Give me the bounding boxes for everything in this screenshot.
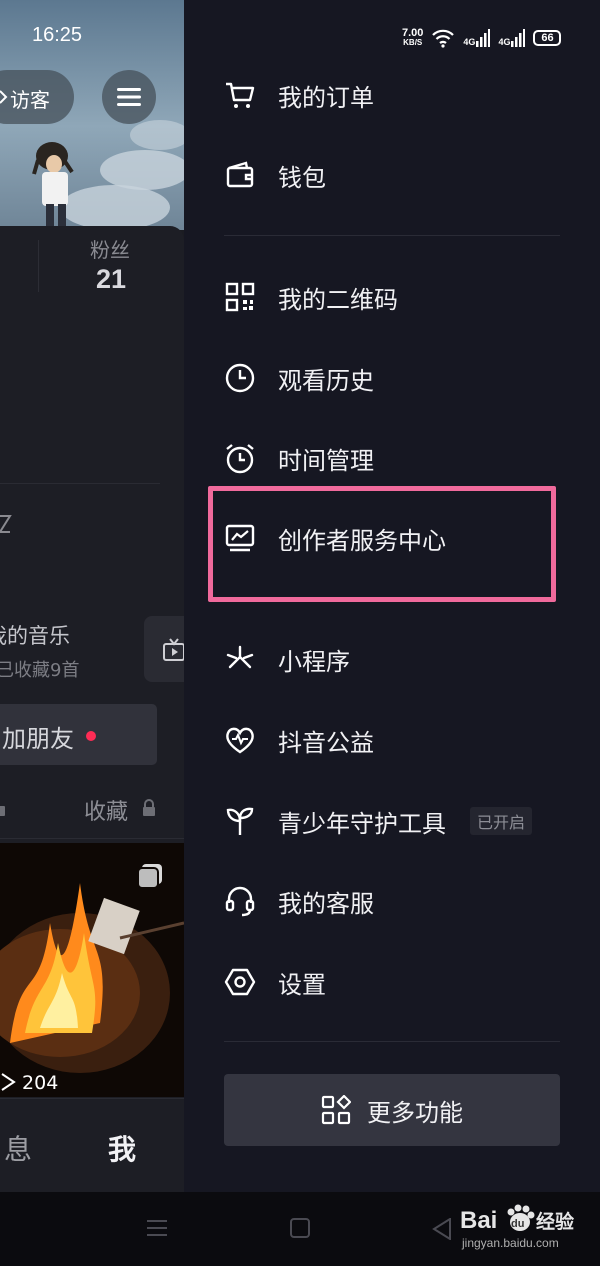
fans-count[interactable]: 21 (96, 264, 126, 295)
tab-messages[interactable]: 息 (4, 1128, 32, 1168)
menu-item-customer-service[interactable]: 我的客服 (184, 868, 600, 934)
hamburger-icon (117, 88, 141, 106)
menu-item-history[interactable]: 观看历史 (184, 345, 600, 411)
visitor-button[interactable]: 访客 (0, 70, 74, 124)
more-features-button[interactable]: 更多功能 (224, 1074, 560, 1146)
menu-item-wallet[interactable]: 钱包 (184, 142, 600, 208)
menu-label: 我的二维码 (278, 285, 398, 314)
tv-button[interactable] (144, 616, 184, 682)
status-time: 16:25 (32, 24, 83, 46)
menu-label: 时间管理 (278, 446, 374, 475)
add-friend-label: 加朋友 (2, 725, 74, 753)
menu-divider (224, 235, 560, 236)
my-music-title[interactable]: 我的音乐 (0, 620, 70, 650)
notification-dot (86, 731, 96, 741)
menu-button[interactable] (102, 70, 156, 124)
network-speed: 7.00 KB/S (402, 27, 424, 48)
visitor-label: 访客 (10, 88, 50, 112)
play-icon (1, 1073, 16, 1091)
recent-apps-icon[interactable] (146, 1218, 168, 1238)
status-bar-indicators: 7.00 KB/S 4G 4G 66 (402, 26, 562, 50)
clock-icon (222, 360, 258, 396)
asterisk-icon (222, 641, 258, 677)
menu-label: 我的客服 (278, 889, 374, 918)
menu-divider (224, 1041, 560, 1042)
menu-label: 观看历史 (278, 366, 374, 395)
cellular-signal-icon: 4G (498, 29, 526, 47)
menu-item-youth-protection[interactable]: 青少年守护工具 已开启 (184, 788, 600, 854)
menu-item-orders[interactable]: 我的订单 (184, 62, 600, 128)
status-badge: 已开启 (470, 807, 533, 835)
cart-icon (222, 77, 258, 113)
my-music-subtitle: 已收藏9首 (0, 660, 80, 681)
heart-icon (222, 722, 258, 758)
multi-image-icon (137, 864, 162, 889)
home-icon[interactable] (290, 1218, 310, 1238)
back-icon[interactable] (432, 1218, 452, 1240)
svg-text:Bai: Bai (460, 1207, 497, 1234)
menu-label: 钱包 (278, 163, 326, 192)
stats-divider (38, 240, 39, 292)
menu-label: 抖音公益 (278, 728, 374, 757)
play-count: 204 (0, 1072, 58, 1094)
baidu-jingyan-logo: Bai du 经验 (460, 1204, 575, 1234)
menu-label: 设置 (278, 970, 326, 999)
edit-icon[interactable] (0, 512, 12, 541)
qrcode-icon (222, 279, 258, 315)
section-divider (0, 483, 160, 484)
tab-me[interactable]: 我 (108, 1128, 136, 1168)
menu-item-mini-programs[interactable]: 小程序 (184, 626, 600, 692)
menu-item-time-management[interactable]: 时间管理 (184, 425, 600, 491)
highlight-box (208, 486, 556, 602)
lock-icon (0, 806, 5, 816)
tab-collect[interactable]: 收藏 (84, 794, 128, 826)
cellular-signal-icon: 4G (463, 29, 491, 47)
menu-item-settings[interactable]: 设置 (184, 949, 600, 1015)
profile-page-background: 粉丝 21 我的音乐 已收藏9首 加朋友 收藏 (0, 0, 184, 1192)
lock-icon (143, 799, 155, 816)
wallet-icon (222, 157, 258, 193)
side-drawer: 我的订单 钱包 我的二维码 观看历史 时间管理 创作者服务中心 小程序 抖音公益… (184, 0, 600, 1192)
menu-label: 青少年守护工具 (278, 809, 446, 838)
add-friend-button[interactable]: 加朋友 (0, 704, 157, 765)
more-features-label: 更多功能 (367, 1098, 463, 1127)
battery-icon: 66 (533, 30, 562, 46)
headset-icon (222, 883, 258, 919)
alarm-icon (222, 440, 258, 476)
menu-label: 我的订单 (278, 83, 374, 112)
tab-underline (0, 838, 184, 839)
grid-icon (321, 1095, 351, 1125)
watermark-url: jingyan.baidu.com (462, 1236, 559, 1250)
fans-label: 粉丝 (90, 238, 130, 262)
svg-text:经验: 经验 (536, 1210, 575, 1233)
svg-text:du: du (511, 1218, 524, 1230)
tv-icon (163, 638, 184, 661)
menu-item-charity[interactable]: 抖音公益 (184, 707, 600, 773)
hexagon-settings-icon (222, 964, 258, 1000)
menu-label: 小程序 (278, 647, 350, 676)
menu-item-qrcode[interactable]: 我的二维码 (184, 264, 600, 330)
anime-figure (32, 142, 74, 230)
sprout-icon (222, 803, 258, 839)
wifi-icon (432, 29, 455, 48)
bottom-tabs-divider (0, 1098, 184, 1099)
